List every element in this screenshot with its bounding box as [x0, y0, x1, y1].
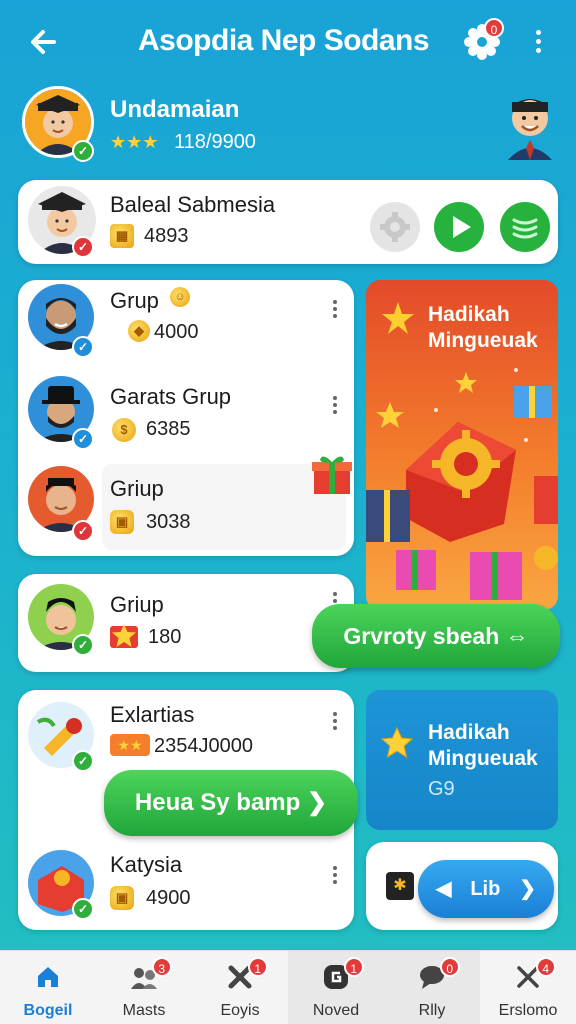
more-options-button[interactable]: [330, 710, 340, 734]
treasure-icon: ▦: [110, 224, 134, 248]
status-badge: ✓: [72, 750, 94, 772]
featured-player-name: Baleal Sabmesia: [110, 192, 276, 217]
library-button[interactable]: ◀ Lib ❯: [418, 860, 554, 918]
promo-subtitle: G9: [428, 778, 455, 800]
more-options-button[interactable]: [330, 298, 340, 322]
star-icon: [108, 620, 140, 652]
play-icon: [453, 216, 471, 238]
gift-icon: [310, 452, 354, 496]
layers-icon: [512, 218, 538, 239]
coin-icon: ☺: [170, 287, 190, 307]
gear-icon: [380, 212, 410, 242]
item-value: 4900: [146, 887, 191, 909]
tab-label: Rlly: [418, 1002, 446, 1019]
tab-badge: 3: [151, 957, 172, 977]
tab-badge: 4: [535, 957, 556, 977]
group-value: 6385: [146, 418, 191, 440]
star-icon: [380, 726, 414, 760]
promo-title-line1: Hadikah: [428, 721, 510, 744]
tab-eoyis[interactable]: Eoyis 1: [192, 951, 288, 1024]
promo-title: Hadikah Mingueuak: [428, 302, 538, 354]
verified-badge: ✓: [72, 140, 94, 162]
bottom-tab-bar: Bogeil Masts 3 Eoyis 1 Noved 1 Rlly 0 Er…: [0, 950, 576, 1024]
group-name: Griup: [110, 476, 164, 501]
group-name: Grup: [110, 288, 159, 313]
status-badge: ✓: [72, 236, 94, 258]
library-button-label: Lib: [470, 878, 501, 900]
status-badge: ✓: [72, 336, 94, 358]
mascot-avatar[interactable]: [500, 88, 560, 160]
chevron-right-icon: ❯: [519, 878, 536, 900]
treasure-icon: ▣: [110, 886, 134, 910]
group-name: Griup: [110, 592, 164, 617]
featured-player-value: 4893: [144, 225, 189, 247]
settings-circle-button[interactable]: [370, 202, 420, 252]
profile-rating-stars: ★★★: [110, 132, 159, 152]
item-value: 2354J0000: [154, 735, 253, 757]
tab-label: Noved: [312, 1002, 360, 1019]
tab-label: Masts: [122, 1002, 166, 1019]
profile-score: 118/9900: [174, 131, 256, 153]
tab-bogeil[interactable]: Bogeil: [0, 951, 96, 1024]
tab-badge: 1: [247, 957, 268, 977]
status-badge: ✓: [72, 634, 94, 656]
chevron-left-icon: ◀: [436, 878, 452, 900]
more-menu-button[interactable]: [526, 26, 550, 62]
more-options-button[interactable]: [330, 394, 340, 418]
item-name: Katysia: [110, 852, 183, 877]
promo-title-line1: Hadikah: [428, 303, 510, 326]
promo-title-line2: Mingueuak: [428, 329, 538, 352]
tab-badge: 1: [343, 957, 364, 977]
tab-erslomo[interactable]: Erslomo 4: [480, 951, 576, 1024]
status-badge: ✓: [72, 520, 94, 542]
play-button[interactable]: [434, 202, 484, 252]
notification-badge: 0: [484, 18, 504, 38]
tab-label: Erslomo: [498, 1002, 558, 1019]
tab-rlly[interactable]: Rlly 0: [384, 951, 480, 1024]
back-button[interactable]: [24, 22, 64, 62]
tab-label: Bogeil: [23, 1002, 73, 1019]
item-name: Exlartias: [110, 702, 195, 727]
status-badge: ✓: [72, 898, 94, 920]
group-value: 180: [148, 626, 182, 648]
promo-action-button[interactable]: Grvroty sbeah ⇔: [312, 604, 560, 668]
tab-noved[interactable]: Noved 1: [288, 951, 384, 1024]
stars-icon: ★★: [110, 734, 150, 756]
group-value: 4000: [154, 321, 199, 343]
arrow-left-icon: [31, 30, 56, 54]
more-options-button[interactable]: [330, 864, 340, 888]
coin-icon: $: [112, 418, 136, 442]
promo-title: Hadikah Mingueuak: [428, 720, 538, 772]
status-badge: ✓: [72, 428, 94, 450]
group-value: 3038: [146, 511, 191, 533]
promo-title-line2: Mingueuak: [428, 747, 538, 770]
stack-button[interactable]: [500, 202, 550, 252]
treasure-icon: ▣: [110, 510, 134, 534]
tab-masts[interactable]: Masts 3: [96, 951, 192, 1024]
coin-icon: ◆: [128, 320, 150, 342]
profile-name: Undamaian: [110, 96, 240, 123]
chest-icon: ✱: [386, 872, 414, 900]
group-name: Garats Grup: [110, 384, 232, 409]
home-icon: [38, 967, 58, 987]
tab-badge: 0: [439, 957, 460, 977]
primary-action-button[interactable]: Heua Sy bamp ❯: [104, 770, 358, 836]
page-title: Asopdia Nep Sodans: [138, 24, 430, 57]
tab-label: Eoyis: [220, 1002, 260, 1019]
